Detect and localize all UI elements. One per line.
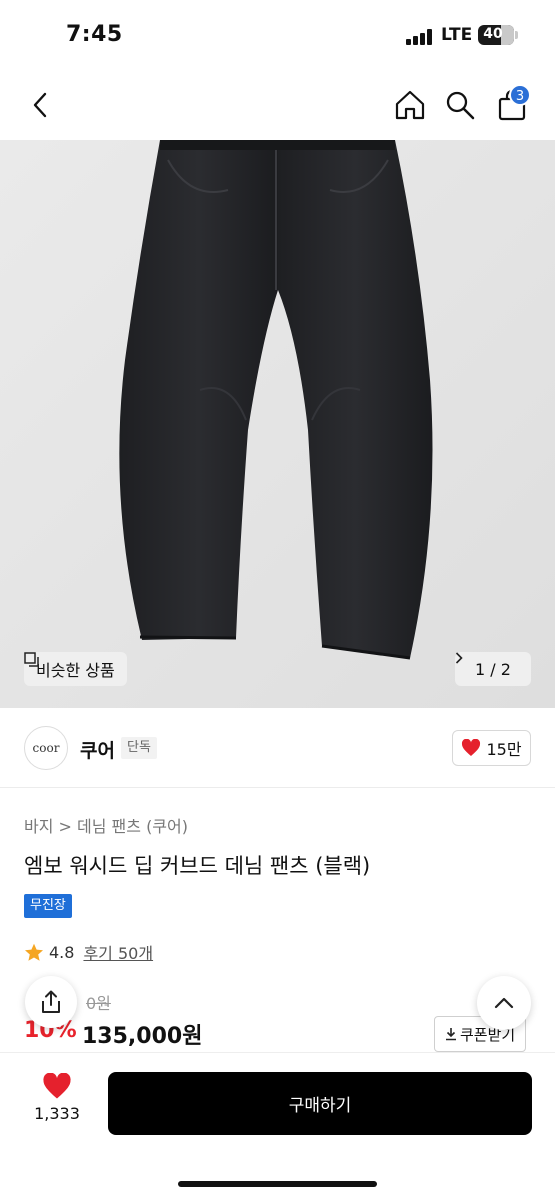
chevron-up-icon xyxy=(494,997,514,1009)
back-icon[interactable] xyxy=(20,85,60,125)
sale-price: 135,000원 xyxy=(82,1024,203,1049)
battery-icon: 40 xyxy=(478,25,514,45)
brand-logo[interactable]: coor xyxy=(24,726,68,770)
jeans-illustration xyxy=(0,140,555,708)
similar-products-label: 비슷한 상품 xyxy=(36,661,115,680)
breadcrumb[interactable]: 바지 > 데님 팬츠 (쿠어) xyxy=(24,813,188,837)
heart-icon xyxy=(462,739,481,756)
brand-row: coor 쿠어 단독 15만 xyxy=(0,708,555,788)
similar-products-button[interactable]: 비슷한 상품 xyxy=(24,652,127,686)
bottom-action-bar: 1,333 구매하기 xyxy=(0,1052,555,1200)
wishlist-button[interactable]: 1,333 xyxy=(28,1073,86,1123)
image-counter-text: 1 / 2 xyxy=(475,659,511,679)
cart-count-badge: 3 xyxy=(509,84,531,106)
signal-icon xyxy=(406,29,436,45)
battery-level: 40 xyxy=(483,26,503,42)
image-counter[interactable]: 1 / 2 xyxy=(455,652,531,686)
home-indicator xyxy=(178,1181,377,1187)
status-time: 7:45 xyxy=(66,22,123,47)
review-count-link[interactable]: 후기 50개 xyxy=(83,940,153,964)
product-title: 엠보 워시드 딥 커브드 데님 팬츠 (블랙) xyxy=(24,854,371,878)
network-label: LTE xyxy=(441,25,473,45)
download-icon xyxy=(446,1028,456,1041)
star-icon xyxy=(25,943,43,961)
status-bar: 7:45 LTE 40 xyxy=(0,0,555,70)
brand-logo-text: coor xyxy=(32,741,60,755)
stack-icon xyxy=(24,652,39,667)
brand-name[interactable]: 쿠어 xyxy=(80,736,115,763)
scroll-top-button[interactable] xyxy=(477,976,531,1030)
search-icon[interactable] xyxy=(440,85,480,125)
exclusive-badge: 단독 xyxy=(121,737,157,759)
original-price: 0원 xyxy=(86,994,111,1013)
top-nav xyxy=(0,70,555,140)
home-icon[interactable] xyxy=(390,85,430,125)
brand-like-button[interactable]: 15만 xyxy=(452,730,531,766)
rating-score: 4.8 xyxy=(49,942,75,962)
heart-icon xyxy=(43,1073,71,1099)
share-icon xyxy=(42,990,60,1013)
brand-like-count: 15만 xyxy=(486,740,522,759)
promo-tag: 무진장 xyxy=(24,894,72,918)
product-image[interactable]: 비슷한 상품 1 / 2 xyxy=(0,140,555,708)
rating-row[interactable]: 4.8 후기 50개 xyxy=(24,940,153,964)
chevron-right-icon xyxy=(455,652,463,664)
wishlist-count: 1,333 xyxy=(34,1104,80,1123)
buy-button[interactable]: 구매하기 xyxy=(108,1072,532,1135)
share-button[interactable] xyxy=(25,976,77,1028)
